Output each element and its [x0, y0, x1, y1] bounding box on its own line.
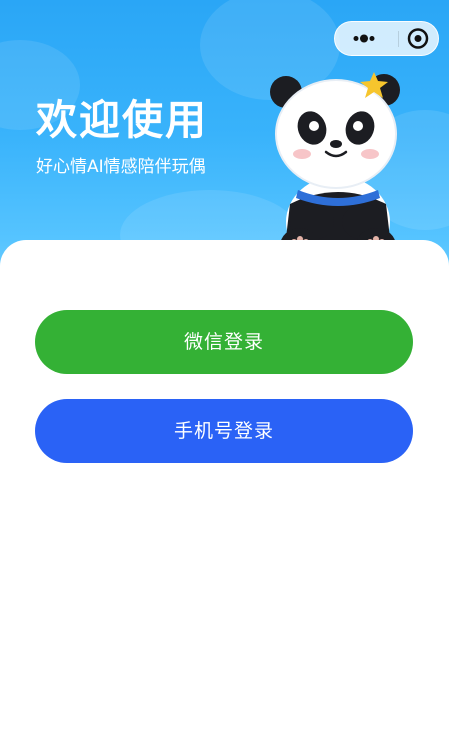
more-dots-icon[interactable] — [343, 22, 383, 55]
page-title: 欢迎使用 — [36, 96, 208, 144]
circle-target-icon[interactable] — [403, 22, 433, 55]
phone-login-button[interactable]: 手机号登录 — [35, 399, 413, 463]
capsule-divider — [398, 31, 399, 47]
wechat-login-button[interactable]: 微信登录 — [35, 310, 413, 374]
miniprogram-capsule — [334, 21, 439, 56]
page-subtitle: 好心情AI情感陪伴玩偶 — [36, 157, 206, 177]
